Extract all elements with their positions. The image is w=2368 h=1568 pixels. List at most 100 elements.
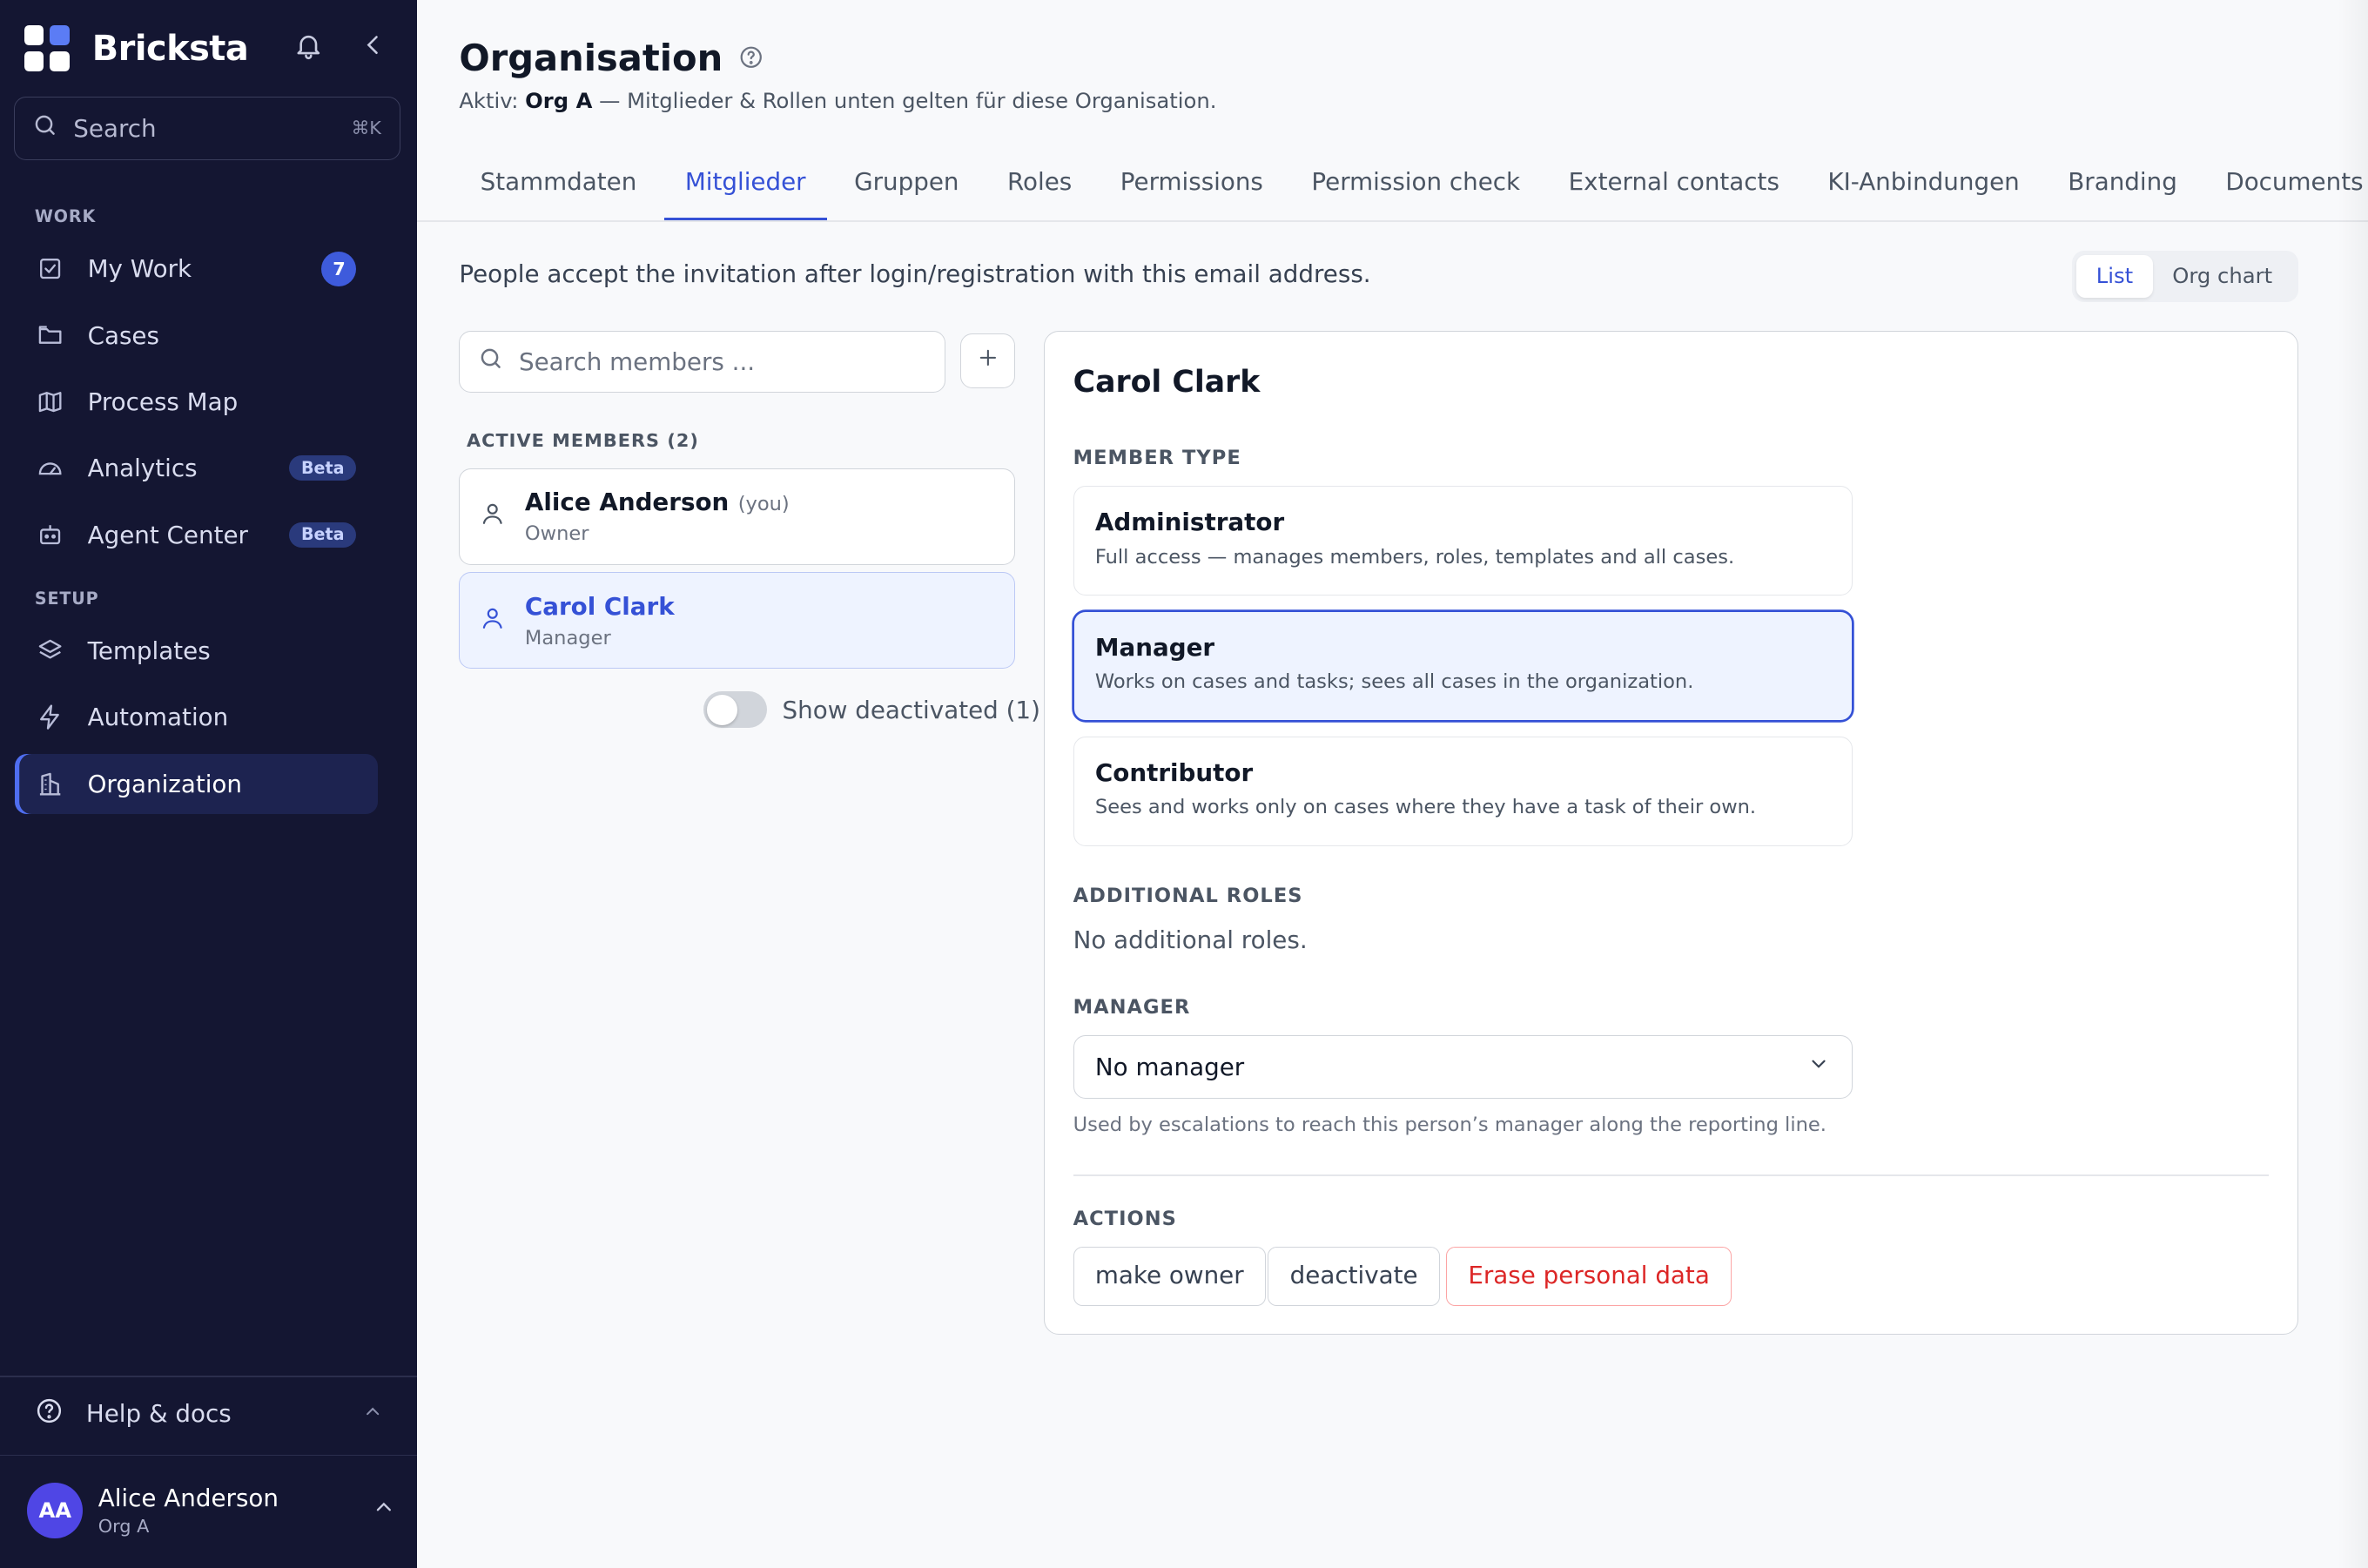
subtitle-prefix: Aktiv: [459,87,519,113]
view-list-button[interactable]: List [2076,255,2153,298]
page-title: Organisation [459,37,764,79]
show-deactivated-row: Show deactivated (1) [703,691,1040,729]
count-badge: 7 [321,251,357,286]
view-org-chart-button[interactable]: Org chart [2153,255,2292,298]
chevron-up-icon [372,1495,396,1525]
scroll-edge-shadow [2338,0,2368,1568]
search-icon [478,346,503,377]
you-indicator: (you) [737,493,790,516]
member-card-alice[interactable]: Alice Anderson (you) Owner [459,468,1015,565]
member-type-contributor[interactable]: Contributor Sees and works only on cases… [1073,736,1853,847]
show-deactivated-toggle[interactable] [703,691,768,729]
user-menu[interactable]: AA Alice Anderson Org A [27,1480,395,1540]
manager-select[interactable]: No manager [1073,1035,1853,1100]
erase-personal-data-button[interactable]: Erase personal data [1446,1247,1732,1306]
folder-icon [35,320,65,351]
sidebar-search-label: Search [73,113,157,143]
sidebar-item-analytics[interactable]: Analytics Beta [15,438,377,498]
subtitle-suffix: — Mitglieder & Rollen unten gelten für d… [599,87,1217,113]
help-icon[interactable] [738,37,764,79]
collapse-sidebar-icon[interactable] [360,31,387,64]
invitation-info: People accept the invitation after login… [459,259,1371,289]
search-icon [32,112,57,144]
gauge-icon [35,453,65,483]
sidebar-item-automation[interactable]: Automation [15,687,377,747]
chevron-down-icon [1807,1053,1830,1081]
search-shortcut: ⌘K [351,118,381,139]
tab-branding[interactable]: Branding [2047,151,2198,220]
sidebar: Bricksta Search ⌘K WORK My Work 7 Cases … [0,0,417,1568]
sidebar-item-templates[interactable]: Templates [15,621,377,681]
make-owner-button[interactable]: make owner [1073,1247,1266,1306]
chevron-up-icon [362,1399,383,1428]
checkbox-icon [35,253,65,284]
user-icon [480,501,507,532]
bricksta-logo-icon [24,25,70,71]
sidebar-item-label: Analytics [87,454,198,483]
view-toggle: List Org chart [2071,250,2299,302]
section-divider [1073,1174,2270,1176]
help-circle-icon [35,1396,64,1431]
member-type-desc: Full access — manages members, roles, te… [1094,545,1735,569]
tab-stammdaten[interactable]: Stammdaten [459,151,657,220]
member-name: Alice Anderson [524,488,730,517]
tab-permissions[interactable]: Permissions [1099,151,1284,220]
sidebar-item-label: Templates [87,636,211,666]
member-detail-panel: Carol Clark MEMBER TYPE Administrator Fu… [1043,330,2299,1336]
manager-label: MANAGER [1073,996,1191,1020]
member-role: Owner [524,522,589,546]
avatar: AA [27,1482,84,1538]
layers-icon [35,636,65,666]
sidebar-divider [0,1376,417,1378]
tab-roles[interactable]: Roles [986,151,1093,220]
sidebar-divider [0,1454,417,1457]
app-name: Bricksta [91,28,249,69]
additional-roles-value: No additional roles. [1073,925,1308,954]
member-role: Manager [524,626,611,649]
show-deactivated-label: Show deactivated (1) [782,695,1040,724]
tab-external-contacts[interactable]: External contacts [1547,151,1800,220]
sidebar-item-cases[interactable]: Cases [15,305,377,365]
deactivate-button[interactable]: deactivate [1268,1247,1440,1306]
tab-permission-check[interactable]: Permission check [1290,151,1541,220]
beta-badge: Beta [289,522,357,548]
brand-bar: Bricksta [24,24,387,73]
bell-icon[interactable] [293,30,324,67]
member-type-desc: Sees and works only on cases where they … [1094,796,1757,819]
page-subtitle: Aktiv: Org A — Mitglieder & Rollen unten… [459,88,1216,113]
user-name: Alice Anderson [98,1484,279,1513]
tab-divider [416,220,2368,222]
member-search-placeholder: Search members ... [518,347,756,376]
page-title-text: Organisation [459,36,723,79]
sidebar-item-my-work[interactable]: My Work 7 [15,239,377,299]
member-card-carol[interactable]: Carol Clark Manager [459,572,1015,670]
sidebar-search[interactable]: Search ⌘K [13,97,400,160]
active-members-heading: ACTIVE MEMBERS (2) [467,430,699,452]
sidebar-item-label: Agent Center [87,520,248,549]
sidebar-item-label: Process Map [87,387,239,416]
sidebar-item-agent-center[interactable]: Agent Center Beta [15,504,377,564]
add-member-button[interactable] [960,333,1015,388]
sidebar-item-label: Cases [87,320,159,350]
bolt-icon [35,703,65,733]
member-type-title: Administrator [1094,508,1285,537]
sidebar-item-process-map[interactable]: Process Map [15,372,377,432]
tab-gruppen[interactable]: Gruppen [833,151,980,220]
sidebar-item-label: Automation [87,703,229,732]
sidebar-item-organization[interactable]: Organization [15,753,378,814]
section-work: WORK [34,206,97,226]
additional-roles-label: ADDITIONAL ROLES [1073,884,1303,907]
help-docs-link[interactable]: Help & docs [15,1383,401,1444]
member-search-input[interactable]: Search members ... [459,330,945,393]
building-icon [35,769,65,799]
manager-select-value: No manager [1094,1053,1245,1082]
member-detail-name: Carol Clark [1073,365,1261,400]
member-type-administrator[interactable]: Administrator Full access — manages memb… [1073,485,1853,596]
member-type-manager[interactable]: Manager Works on cases and tasks; sees a… [1073,610,1853,722]
tab-mitglieder[interactable]: Mitglieder [663,151,827,221]
tab-ki-anbindungen[interactable]: KI-Anbindungen [1806,151,2041,220]
section-setup: SETUP [34,589,99,609]
app-root: Bricksta Search ⌘K WORK My Work 7 Cases … [0,0,2368,1568]
help-docs-label: Help & docs [85,1399,232,1429]
sidebar-item-label: My Work [87,254,192,284]
